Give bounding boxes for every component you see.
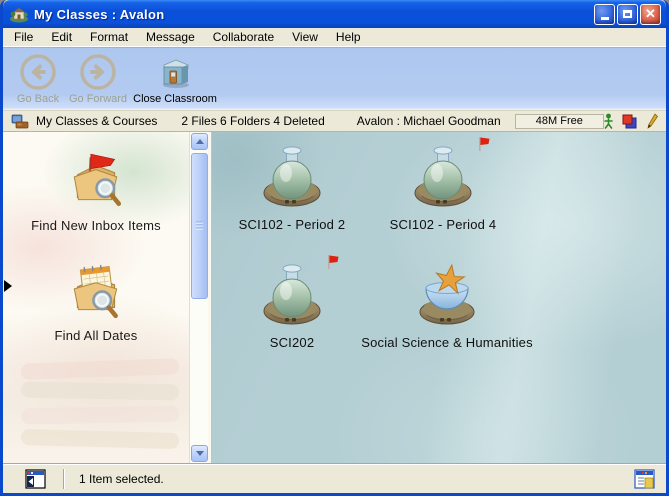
content-area: Find New Inbox Items Find All: [3, 132, 666, 464]
find-all-dates[interactable]: Find All Dates: [3, 260, 189, 343]
go-back-label: Go Back: [17, 93, 59, 105]
menu-edit[interactable]: Edit: [42, 28, 81, 46]
class-item-sci102-period4[interactable]: SCI102 - Period 4: [358, 144, 528, 232]
info-bar: My Classes & Courses 2 Files 6 Folders 4…: [3, 110, 666, 132]
person-icon[interactable]: [604, 113, 613, 129]
new-item-flag-icon: [477, 137, 490, 152]
title-bar[interactable]: My Classes : Avalon ✕: [3, 0, 666, 28]
desk-icon: [11, 114, 29, 129]
selection-status: 1 Item selected.: [79, 472, 634, 486]
item-counts: 2 Files 6 Folders 4 Deleted: [181, 114, 324, 128]
sidebar-collapse-handle[interactable]: [4, 280, 12, 292]
flask-icon: [259, 144, 325, 210]
go-back-button[interactable]: Go Back: [9, 52, 67, 105]
scrollbar-thumb[interactable]: [191, 153, 208, 299]
menu-view[interactable]: View: [283, 28, 327, 46]
class-item-sci102-period2[interactable]: SCI102 - Period 2: [217, 144, 367, 232]
menu-file[interactable]: File: [5, 28, 42, 46]
minimize-button[interactable]: [594, 4, 615, 25]
menu-collaborate[interactable]: Collaborate: [204, 28, 283, 46]
chevron-up-icon: [196, 139, 204, 144]
free-space-indicator: 48M Free: [515, 114, 604, 129]
find-all-dates-label: Find All Dates: [54, 328, 137, 343]
class-label: SCI102 - Period 2: [239, 217, 346, 232]
close-button[interactable]: ✕: [640, 4, 661, 25]
find-new-inbox-items-label: Find New Inbox Items: [31, 218, 161, 233]
window-title: My Classes : Avalon: [34, 7, 594, 22]
go-forward-label: Go Forward: [69, 93, 127, 105]
close-classroom-button[interactable]: Close Classroom: [129, 52, 221, 105]
schoolhouse-icon: [155, 52, 195, 92]
watercolor-book: [21, 406, 179, 425]
class-label: Social Science & Humanities: [361, 335, 533, 350]
find-new-inbox-items[interactable]: Find New Inbox Items: [3, 150, 189, 233]
maximize-button[interactable]: [617, 4, 638, 25]
watercolor-book: [21, 429, 179, 449]
close-classroom-label: Close Classroom: [133, 93, 217, 105]
menu-bar: File Edit Format Message Collaborate Vie…: [3, 28, 666, 47]
maximize-icon: [623, 10, 632, 18]
watercolor-book: [21, 358, 179, 380]
class-item-social-science[interactable]: Social Science & Humanities: [332, 262, 562, 350]
flask-icon: [410, 144, 476, 210]
class-label: SCI202: [270, 335, 315, 350]
app-window: My Classes : Avalon ✕ File Edit Format M…: [0, 0, 669, 496]
pencil-icon[interactable]: [647, 113, 658, 129]
menu-format[interactable]: Format: [81, 28, 137, 46]
layered-windows-icon[interactable]: [622, 114, 638, 129]
folder-flag-search-icon: [65, 150, 127, 212]
sidebar-panel: Find New Inbox Items Find All: [3, 132, 189, 463]
window-preview-icon[interactable]: [25, 469, 47, 490]
close-icon: ✕: [645, 7, 656, 20]
folder-calendar-search-icon: [65, 260, 127, 322]
flask-icon: [259, 262, 325, 328]
toolbar: Go Back Go Forward: [3, 47, 666, 110]
scroll-down-button[interactable]: [191, 445, 208, 462]
status-bar: 1 Item selected.: [3, 464, 666, 493]
watercolor-book: [21, 382, 179, 401]
classes-panel: SCI102 - Period 2: [212, 132, 666, 463]
identity-label: Avalon : Michael Goodman: [357, 114, 501, 128]
scroll-up-button[interactable]: [191, 133, 208, 150]
bowl-starfish-icon: [414, 262, 480, 328]
menu-message[interactable]: Message: [137, 28, 204, 46]
go-forward-button[interactable]: Go Forward: [69, 52, 127, 105]
sidebar-scrollbar[interactable]: [189, 132, 208, 463]
classroom-house-icon: [9, 5, 29, 23]
go-forward-circle-arrow-icon: [78, 52, 118, 92]
window-layout-icon[interactable]: [634, 469, 656, 490]
location-label[interactable]: My Classes & Courses: [36, 114, 157, 128]
chevron-down-icon: [196, 451, 204, 456]
menu-help[interactable]: Help: [327, 28, 370, 46]
minimize-icon: [601, 17, 609, 20]
class-label: SCI102 - Period 4: [390, 217, 497, 232]
statusbar-divider: [63, 469, 65, 489]
go-back-circle-arrow-icon: [18, 52, 58, 92]
